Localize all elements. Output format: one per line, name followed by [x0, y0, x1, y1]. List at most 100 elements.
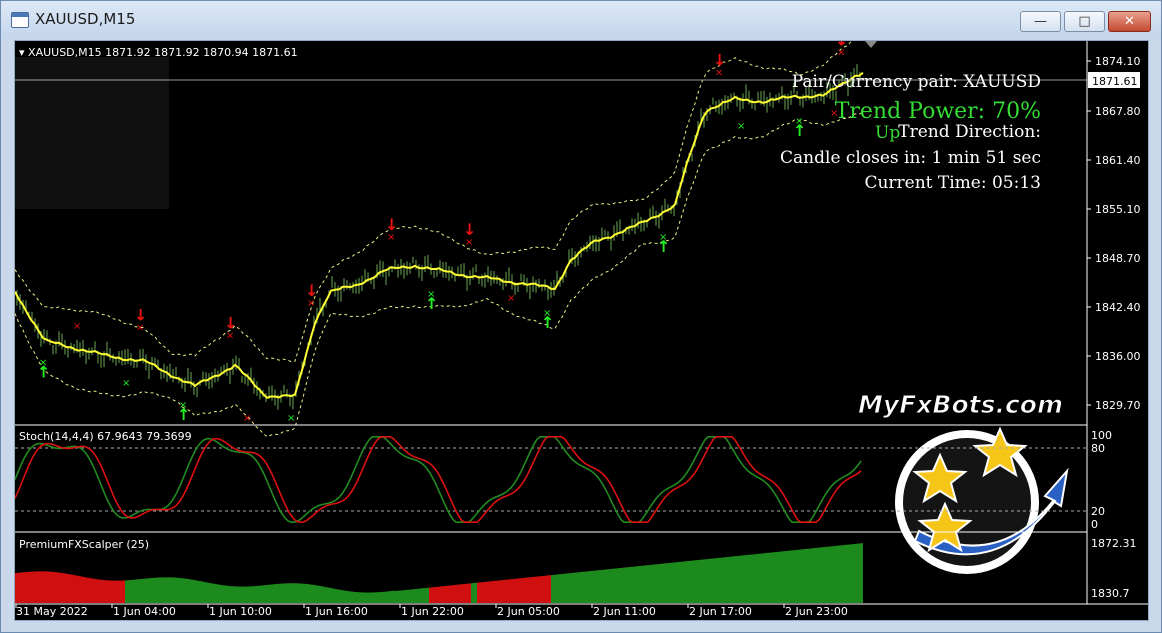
histogram-bar	[705, 559, 707, 603]
histogram-bar	[299, 583, 301, 603]
histogram-bar	[63, 573, 65, 603]
histogram-bar	[541, 576, 543, 603]
histogram-bar	[551, 575, 553, 603]
buy-cross-icon: ×	[543, 308, 551, 319]
histogram-bar	[361, 592, 363, 603]
histogram-bar	[223, 585, 225, 603]
histogram-bar	[321, 586, 323, 603]
histogram-bar	[309, 584, 311, 603]
histogram-bar	[513, 578, 515, 603]
histogram-bar	[413, 589, 415, 603]
histogram-bar	[757, 553, 759, 603]
sell-cross-icon: ×	[465, 237, 473, 248]
histogram-bar	[105, 580, 107, 603]
histogram-bar	[825, 546, 827, 603]
histogram-bar	[391, 590, 393, 603]
histogram-bar	[549, 575, 551, 603]
histogram-bar	[839, 545, 841, 603]
histogram-bar	[405, 589, 407, 603]
info-candle-closes: Candle closes in: 1 min 51 sec	[780, 148, 1041, 168]
histogram-bar	[277, 583, 279, 603]
info-pair: Pair/Currency pair: XAUUSD	[792, 72, 1041, 92]
histogram-bar	[565, 573, 567, 603]
histogram-bar	[301, 583, 303, 603]
histogram-bar	[45, 571, 47, 603]
histogram-bar	[85, 577, 87, 603]
histogram-bar	[395, 591, 397, 603]
histogram-bar	[207, 582, 209, 603]
histogram-bar	[59, 572, 61, 603]
histogram-bar	[477, 582, 479, 603]
histogram-bar	[461, 584, 463, 603]
histogram-bar	[843, 545, 845, 603]
histogram-bar	[155, 577, 157, 603]
histogram-bar	[131, 579, 133, 603]
price-tick-label: 1842.40	[1095, 301, 1141, 314]
histogram-bar	[761, 553, 763, 603]
histogram-bar	[357, 592, 359, 603]
histogram-bar	[327, 587, 329, 603]
histogram-bar	[135, 579, 137, 603]
histogram-bar	[401, 590, 403, 603]
histogram-bar	[291, 583, 293, 603]
histogram-bar	[609, 569, 611, 603]
histogram-bar	[599, 570, 601, 603]
histogram-bar	[739, 555, 741, 603]
histogram-bar	[777, 551, 779, 603]
chart-canvas[interactable]: ↓×↓×↓×↓×↓×↓×↓×↑×↑×↑×↑×↑×↑×××××××× ▾ XAUU…	[15, 41, 1148, 620]
histogram-bar	[179, 577, 181, 603]
histogram-bar	[331, 588, 333, 603]
histogram-bar	[803, 549, 805, 603]
chart-shift-marker[interactable]	[865, 41, 877, 48]
histogram-bar	[685, 561, 687, 603]
histogram-bar	[29, 571, 31, 603]
histogram-bar	[39, 571, 41, 603]
histogram-bar	[805, 548, 807, 603]
histogram-bar	[147, 578, 149, 603]
price-axis: 1874.10 1867.80 1861.40 1855.10 1848.70 1842.…	[1087, 55, 1141, 412]
close-button[interactable]: ✕	[1108, 11, 1151, 32]
histogram-bar	[611, 568, 613, 603]
histogram-bar	[351, 591, 353, 603]
histogram-bar	[807, 548, 809, 603]
histogram-bar	[773, 552, 775, 603]
chart-area[interactable]: ↓×↓×↓×↓×↓×↓×↓×↑×↑×↑×↑×↑×↑×××××××× ▾ XAUU…	[14, 40, 1149, 621]
title-bar[interactable]: XAUUSD,M15 — □ ✕	[1, 1, 1161, 39]
maximize-button[interactable]: □	[1064, 11, 1105, 32]
histogram-bar	[617, 568, 619, 603]
histogram-bar	[435, 586, 437, 603]
histogram-bar	[339, 589, 341, 603]
histogram-bar	[627, 567, 629, 603]
histogram-bar	[591, 570, 593, 603]
price-tick-label: 1861.40	[1095, 154, 1141, 167]
histogram-bar	[73, 575, 75, 603]
histogram-bar	[505, 579, 507, 603]
minimize-button[interactable]: —	[1020, 11, 1061, 32]
histogram-bar	[663, 563, 665, 603]
histogram-bar	[265, 585, 267, 603]
histogram-bar	[571, 572, 573, 603]
histogram-bar	[389, 591, 391, 603]
histogram-bar	[195, 580, 197, 603]
histogram-bar	[371, 592, 373, 603]
histogram-bar	[681, 561, 683, 603]
histogram-bar	[359, 592, 361, 603]
histogram-bar	[557, 574, 559, 603]
histogram-bar	[71, 574, 73, 603]
stoch-tick-label: 80	[1091, 442, 1105, 455]
histogram-bar	[249, 586, 251, 603]
histogram-bar	[283, 583, 285, 603]
histogram-bar	[355, 591, 357, 603]
price-tick-label: 1855.10	[1095, 203, 1141, 216]
histogram-bar	[163, 577, 165, 603]
histogram-bar	[855, 543, 857, 603]
histogram-bar	[845, 544, 847, 603]
sell-cross-icon: ×	[387, 232, 395, 243]
histogram-bar	[279, 583, 281, 603]
histogram-bar	[175, 577, 177, 603]
histogram-bar	[687, 561, 689, 603]
histogram-bar	[809, 548, 811, 603]
histogram-bar	[511, 579, 513, 603]
histogram-bar	[669, 562, 671, 603]
time-tick-label: 1 Jun 04:00	[113, 605, 176, 618]
